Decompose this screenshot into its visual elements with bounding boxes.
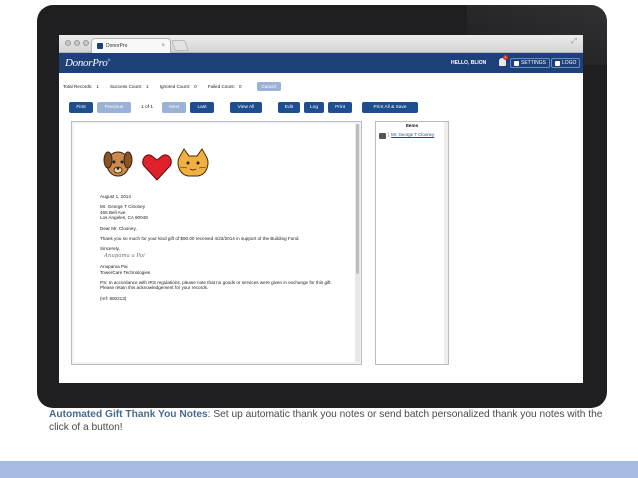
new-tab-button[interactable] (170, 40, 190, 51)
letter-date: August 1, 2014 (100, 194, 131, 199)
tablet-frame: DonorPro × ⤢ DonorPro® HELLO, BLION 1 SE… (37, 5, 607, 408)
slide: DonorPro × ⤢ DonorPro® HELLO, BLION 1 SE… (0, 0, 638, 478)
gear-icon (514, 60, 519, 66)
items-scrollbar[interactable] (444, 122, 448, 364)
ignored-count: Ignored Count: 0 (159, 83, 197, 89)
letter-salutation: Dear Mr. Clooney, (100, 225, 137, 231)
window-controls (65, 40, 89, 46)
total-records: Total Records: 1 (63, 83, 99, 89)
items-heading: Items (405, 124, 419, 129)
recipient-address: Mr. George T Clooney 465 Bell Ave Los An… (100, 204, 148, 221)
app-header: DonorPro® HELLO, BLION 1 SETTINGS LOGO (59, 53, 583, 73)
log-button[interactable]: Log (304, 101, 325, 113)
logout-label: LOGO (562, 60, 577, 66)
dog-icon (103, 151, 133, 177)
tab-title: DonorPro (106, 43, 128, 49)
failed-count: Failed Count: 0 (207, 83, 242, 89)
logo-text: DonorPro (65, 57, 108, 69)
minimize-window-button[interactable] (74, 40, 80, 46)
edit-button[interactable]: Edit (278, 101, 301, 113)
printer-icon[interactable] (379, 133, 386, 139)
print-all-save-button[interactable]: Print All & Save (362, 101, 419, 113)
letter-toolbar: First Previous 1 of 1 Next Last View All… (69, 101, 422, 113)
list-item[interactable]: | Mr. George T Clooney (376, 129, 448, 142)
next-button[interactable]: Next (162, 101, 187, 113)
logout-button[interactable]: LOGO (551, 58, 581, 68)
app-screen: DonorPro × ⤢ DonorPro® HELLO, BLION 1 SE… (59, 35, 583, 383)
browser-tab[interactable]: DonorPro × (91, 38, 171, 53)
previous-button[interactable]: Previous (97, 101, 131, 113)
last-button[interactable]: Last (190, 101, 215, 113)
print-button[interactable]: Print (328, 101, 353, 113)
user-greeting: HELLO, BLION (451, 60, 487, 66)
zoom-window-button[interactable] (83, 40, 89, 46)
footer-band (0, 461, 638, 478)
settings-button[interactable]: SETTINGS (510, 58, 551, 68)
donorpro-logo[interactable]: DonorPro® (65, 57, 110, 69)
batch-stats-bar: Total Records: 1 Success Count: 1 Ignored … (63, 80, 583, 92)
pet-heart-illustration (103, 148, 209, 181)
logo-mark: ® (107, 57, 111, 63)
logout-icon (555, 60, 560, 66)
item-separator: | (388, 132, 390, 137)
letter-scrollbar[interactable] (355, 124, 360, 362)
letter-scrollbar-thumb[interactable] (356, 124, 359, 274)
view-all-button[interactable]: View All (230, 101, 263, 113)
item-link[interactable]: Mr. George T Clooney (391, 132, 434, 137)
cat-icon (177, 148, 209, 177)
letter-paragraph: Thank you so much for your kind gift of … (100, 236, 300, 242)
notification-count-badge: 1 (503, 55, 508, 60)
close-window-button[interactable] (65, 40, 71, 46)
cancel-button[interactable]: Cancel (256, 81, 281, 91)
letter-page: August 1, 2014 Mr. George T Clooney 465 … (74, 124, 355, 362)
settings-label: SETTINGS (521, 60, 547, 66)
heart-icon (142, 154, 172, 181)
letter-ps: PS: In accordance with IRS regulations, … (100, 280, 332, 291)
signer-block: Anupama Pai TowerCare Technologies (100, 264, 151, 275)
first-button[interactable]: First (69, 101, 93, 113)
letter-body: August 1, 2014 Mr. George T Clooney 465 … (100, 194, 340, 306)
slide-caption: Automated Gift Thank You Notes: Set up a… (49, 408, 609, 435)
letter-ref: (ref: 800213) (100, 295, 127, 301)
items-panel: Items | Mr. George T Clooney (375, 121, 449, 365)
caption-title: Automated Gift Thank You Notes (49, 409, 208, 420)
success-count: Success Count: 1 (109, 83, 149, 89)
letter-closing: Sincerely, (100, 246, 120, 252)
letter-preview-frame: August 1, 2014 Mr. George T Clooney 465 … (71, 121, 362, 365)
favicon-icon (97, 43, 103, 49)
browser-chrome: DonorPro × ⤢ (59, 35, 583, 53)
signature-image: Anupama a Pai (104, 252, 145, 259)
fullscreen-icon[interactable]: ⤢ (571, 38, 577, 46)
tab-close-icon[interactable]: × (161, 43, 165, 49)
pager-indicator: 1 of 1 (141, 104, 154, 110)
